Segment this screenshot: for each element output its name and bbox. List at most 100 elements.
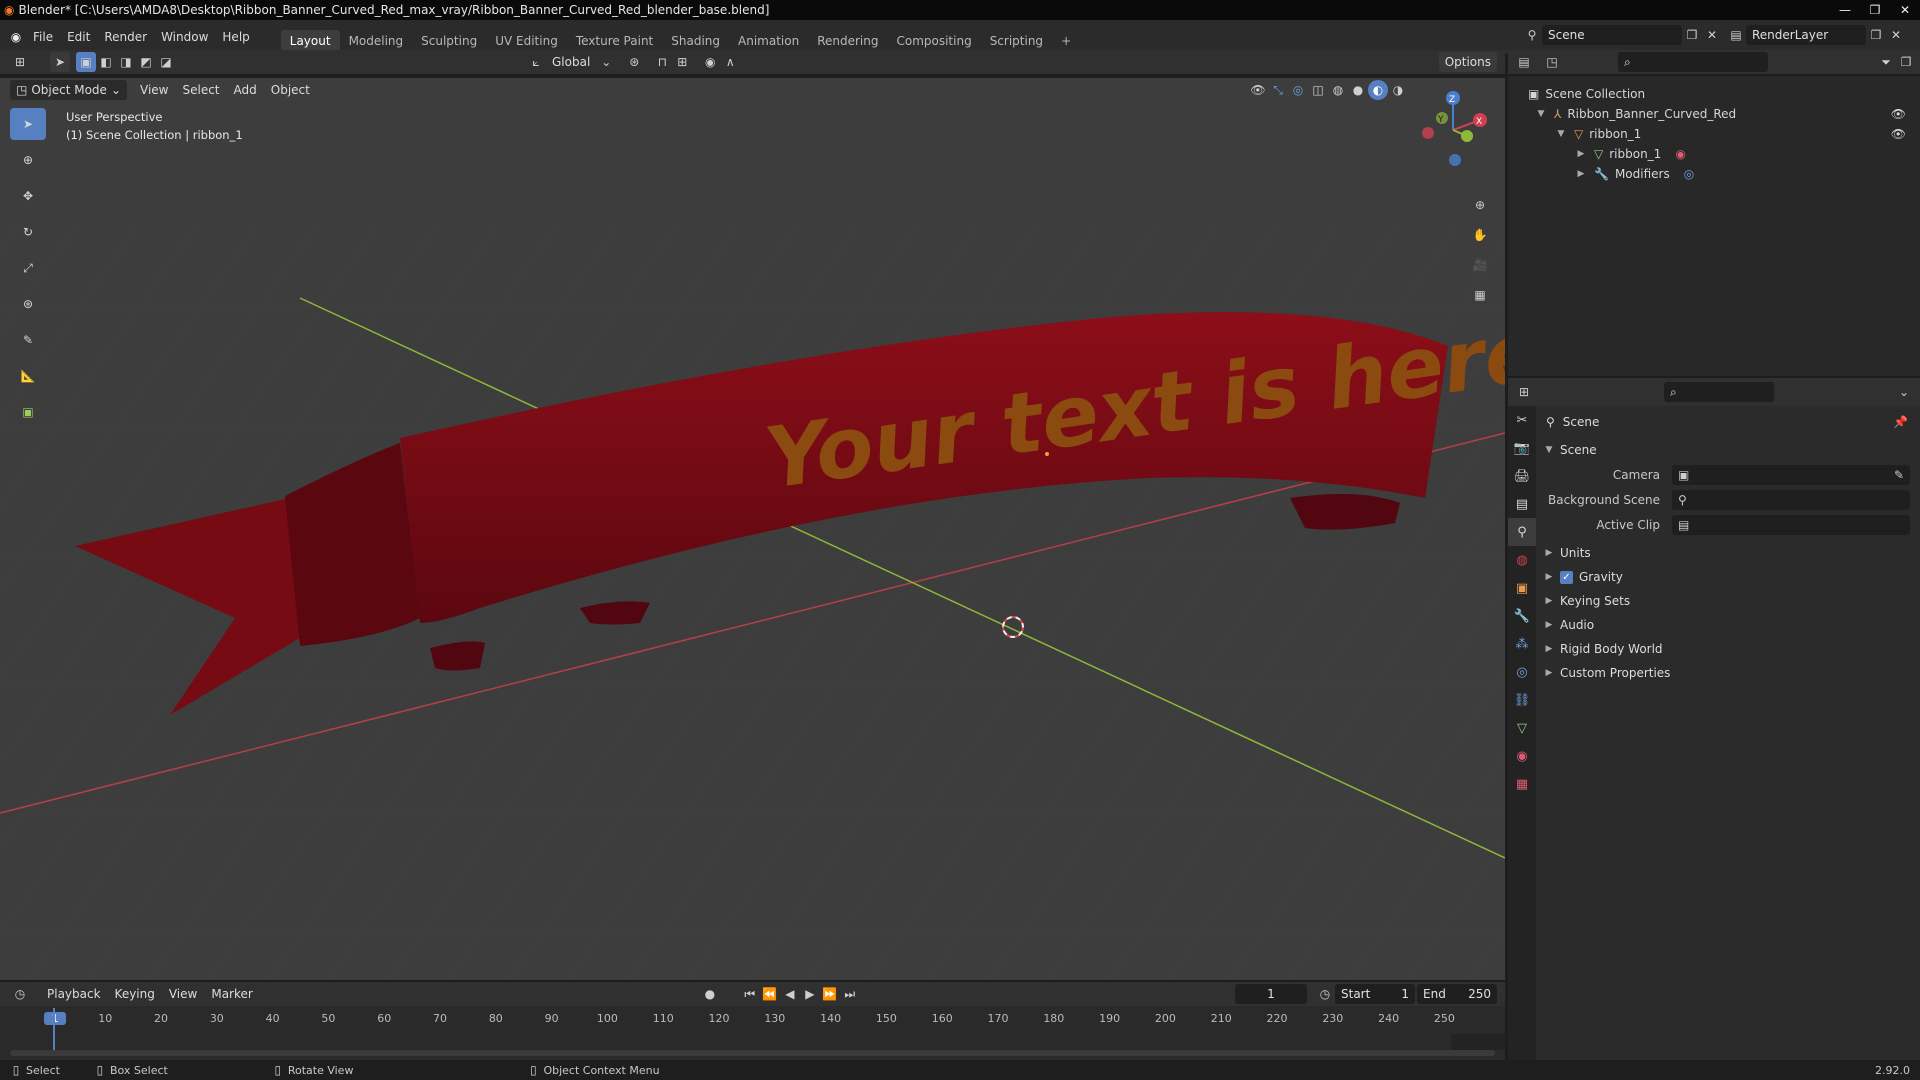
menu-file[interactable]: File (26, 27, 60, 47)
select-new-icon[interactable]: ▣ (76, 52, 96, 72)
expand-toggle-icon[interactable]: ▶ (1542, 596, 1556, 606)
expand-toggle-icon[interactable]: ▼ (1542, 445, 1556, 455)
play-icon[interactable]: ▶ (800, 984, 820, 1004)
options-button[interactable]: Options (1438, 52, 1497, 72)
new-view-layer-icon[interactable]: ❐ (1866, 25, 1886, 45)
tab-texture-paint[interactable]: Texture Paint (567, 30, 662, 52)
select-extend-icon[interactable]: ◧ (96, 52, 116, 72)
snap-icon[interactable]: ⊓ (652, 52, 672, 72)
transform-tool-icon[interactable]: ⊛ (10, 288, 46, 320)
xray-toggle-icon[interactable]: ◫ (1308, 80, 1328, 100)
timeline-scrollbar[interactable] (10, 1050, 1495, 1056)
menu-playback[interactable]: Playback (40, 984, 108, 1004)
current-frame-field[interactable]: 1 (1235, 984, 1307, 1004)
overlays-toggle-icon[interactable]: ◎ (1288, 80, 1308, 100)
modifier-icon[interactable]: ◎ (1684, 167, 1694, 181)
tab-layout[interactable]: Layout (280, 30, 340, 52)
filter-icon[interactable]: ⏷ (1876, 52, 1896, 72)
panel-rigid-body-world[interactable]: ▶ Rigid Body World (1542, 637, 1920, 661)
gizmo-toggle-icon[interactable]: ⤡ (1268, 80, 1288, 100)
panel-audio[interactable]: ▶ Audio (1542, 613, 1920, 637)
particles-tab-icon[interactable]: ⁂ (1508, 630, 1536, 658)
menu-window[interactable]: Window (154, 27, 215, 47)
output-tab-icon[interactable]: 🖨 (1508, 462, 1536, 490)
delete-scene-icon[interactable]: ✕ (1702, 25, 1722, 45)
next-keyframe-icon[interactable]: ⏩ (820, 984, 840, 1004)
menu-help[interactable]: Help (215, 27, 256, 47)
perspective-toggle-icon[interactable]: ▦ (1470, 280, 1490, 310)
tab-animation[interactable]: Animation (729, 30, 808, 52)
prev-keyframe-icon[interactable]: ⏪ (760, 984, 780, 1004)
delete-view-layer-icon[interactable]: ✕ (1886, 25, 1906, 45)
tab-shading[interactable]: Shading (662, 30, 729, 52)
menu-edit[interactable]: Edit (60, 27, 97, 47)
menu-add[interactable]: Add (227, 80, 264, 100)
view-layer-tab-icon[interactable]: ▤ (1508, 490, 1536, 518)
play-reverse-icon[interactable]: ◀ (780, 984, 800, 1004)
menu-keying[interactable]: Keying (108, 984, 162, 1004)
scale-tool-icon[interactable]: ⤢ (10, 252, 46, 284)
data-tab-icon[interactable]: ▽ (1508, 714, 1536, 742)
pin-icon[interactable]: 📌 (1893, 415, 1908, 429)
world-tab-icon[interactable]: ◍ (1508, 546, 1536, 574)
physics-tab-icon[interactable]: ◎ (1508, 658, 1536, 686)
timeline-ruler[interactable]: 1 10 20 30 40 50 60 70 80 90 100 110 120 130 140 150 160… (0, 1008, 1505, 1034)
eye-icon[interactable]: 👁 (1891, 107, 1906, 121)
gravity-checkbox[interactable]: ✓ (1560, 570, 1573, 584)
panel-scene-header[interactable]: ▼ Scene (1542, 438, 1920, 462)
new-collection-icon[interactable]: ❐ (1896, 52, 1916, 72)
tree-row-collection[interactable]: ▼ ⅄ Ribbon_Banner_Curved_Red 👁 (1508, 104, 1920, 124)
tree-row-scene-collection[interactable]: ▣ Scene Collection (1508, 84, 1920, 104)
object-tab-icon[interactable]: ▣ (1508, 574, 1536, 602)
snap-target-icon[interactable]: ⊞ (672, 52, 692, 72)
tab-uv-editing[interactable]: UV Editing (486, 30, 567, 52)
tree-row-modifiers[interactable]: ▶ 🔧 Modifiers ◎ (1508, 164, 1920, 184)
zoom-icon[interactable]: ⊕ (1470, 190, 1490, 220)
menu-timeline-view[interactable]: View (162, 984, 204, 1004)
cursor-tool-icon[interactable]: ⊕ (10, 144, 46, 176)
visibility-icon[interactable]: 👁 (1248, 80, 1268, 100)
pan-hand-icon[interactable]: ✋ (1470, 220, 1490, 250)
mode-dropdown[interactable]: ◳ Object Mode ⌄ (10, 80, 127, 100)
tab-compositing[interactable]: Compositing (887, 30, 980, 52)
menu-render[interactable]: Render (97, 27, 154, 47)
menu-view[interactable]: View (133, 80, 175, 100)
maximize-button[interactable]: ❐ (1860, 0, 1890, 20)
start-frame-field[interactable]: Start 1 (1335, 984, 1415, 1004)
panel-units[interactable]: ▶ Units (1542, 541, 1920, 565)
tree-row-mesh[interactable]: ▶ ▽ ribbon_1 ◉ (1508, 144, 1920, 164)
add-cube-tool-icon[interactable]: ▣ (10, 396, 46, 428)
menu-object[interactable]: Object (264, 80, 317, 100)
render-tab-icon[interactable]: 📷 (1508, 434, 1536, 462)
rotate-tool-icon[interactable]: ↻ (10, 216, 46, 248)
tab-sculpting[interactable]: Sculpting (412, 30, 486, 52)
outliner-editor-icon[interactable]: ▤ (1514, 52, 1534, 72)
tool-select-icon[interactable]: ➤ (50, 52, 70, 72)
view-layer-selector[interactable]: RenderLayer (1746, 25, 1866, 45)
end-frame-field[interactable]: End 250 (1417, 984, 1497, 1004)
eyedropper-icon[interactable]: ✎ (1894, 468, 1904, 482)
camera-view-icon[interactable]: 🎥 (1470, 250, 1490, 280)
material-icon[interactable]: ◉ (1675, 147, 1685, 161)
annotate-tool-icon[interactable]: ✎ (10, 324, 46, 356)
chevron-down-icon[interactable]: ⌄ (1894, 382, 1914, 402)
panel-custom-properties[interactable]: ▶ Custom Properties (1542, 661, 1920, 685)
display-mode-icon[interactable]: ◳ (1542, 52, 1562, 72)
expand-toggle-icon[interactable]: ▶ (1542, 572, 1556, 582)
expand-toggle-icon[interactable]: ▶ (1542, 548, 1556, 558)
camera-field[interactable]: ▣ ✎ (1672, 464, 1910, 485)
expand-toggle-icon[interactable]: ▶ (1574, 149, 1588, 159)
rendered-shading-icon[interactable]: ◑ (1388, 80, 1408, 100)
tool-tab-icon[interactable]: ✂ (1508, 406, 1536, 434)
jump-end-icon[interactable]: ⏭ (840, 984, 860, 1004)
select-subtract-icon[interactable]: ◨ (116, 52, 136, 72)
tree-row-object[interactable]: ▼ ▽ ribbon_1 👁 (1508, 124, 1920, 144)
pivot-point-icon[interactable]: ⊛ (624, 52, 644, 72)
add-workspace-button[interactable]: + (1052, 30, 1080, 52)
expand-toggle-icon[interactable]: ▼ (1534, 109, 1548, 119)
background-scene-field[interactable]: ⚲ (1672, 489, 1910, 510)
expand-toggle-icon[interactable]: ▼ (1554, 129, 1568, 139)
tab-modeling[interactable]: Modeling (340, 30, 413, 52)
wireframe-shading-icon[interactable]: ◍ (1328, 80, 1348, 100)
new-scene-icon[interactable]: ❐ (1682, 25, 1702, 45)
